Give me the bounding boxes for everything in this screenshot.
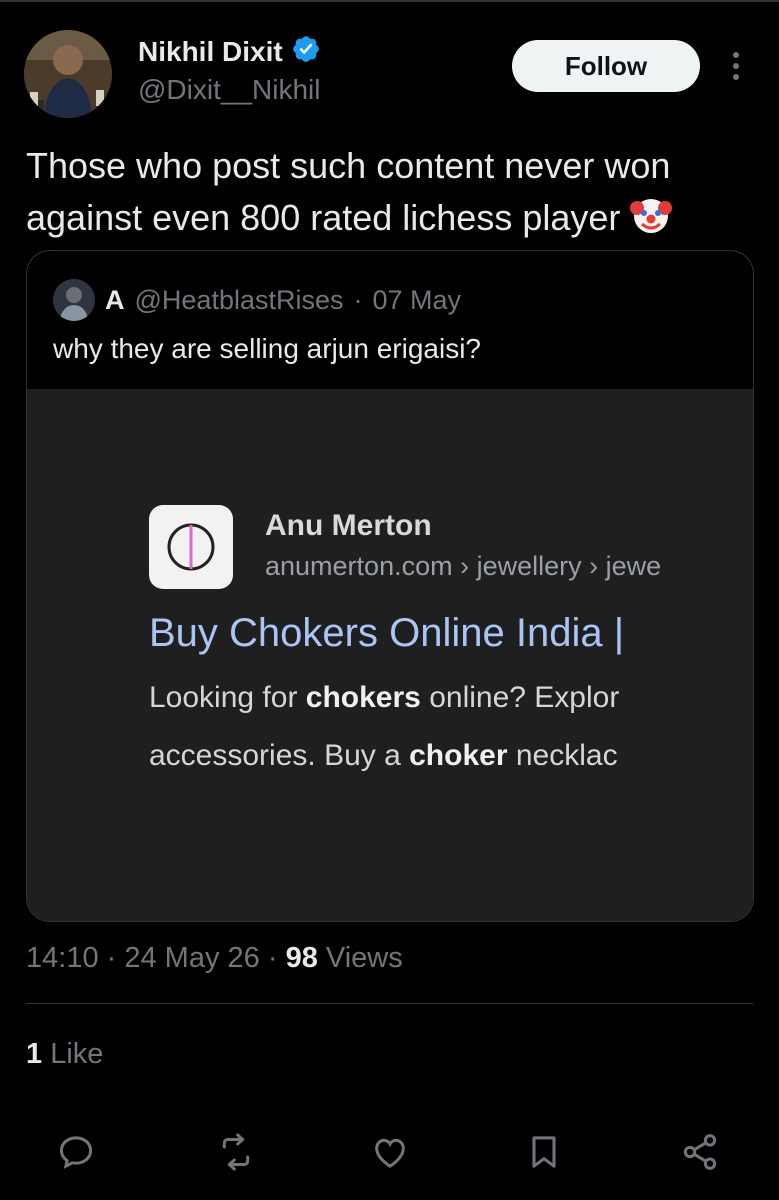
author-handle[interactable]: @Dixit__Nikhil bbox=[138, 74, 320, 106]
snippet-line-1: Looking for chokers online? Explor bbox=[149, 681, 620, 714]
tweet-body: Those who post such content never won ag… bbox=[26, 140, 766, 244]
views-count: 98 bbox=[285, 942, 318, 974]
result-title: Buy Chokers Online India | bbox=[149, 611, 625, 655]
clown-face-icon bbox=[630, 194, 673, 236]
site-name: Anu Merton bbox=[265, 509, 432, 542]
quoted-date: 07 May bbox=[372, 284, 462, 315]
tweet-meta: 14:10 · 24 May 26 · 98 Views bbox=[26, 942, 403, 975]
follow-button[interactable]: Follow bbox=[512, 40, 700, 92]
reply-icon[interactable] bbox=[54, 1130, 98, 1174]
quoted-author-handle: @HeatblastRises bbox=[134, 284, 344, 315]
verified-badge-icon bbox=[291, 34, 321, 69]
divider bbox=[26, 1003, 753, 1004]
likes-label: Like bbox=[50, 1038, 104, 1070]
quoted-media-screenshot[interactable]: Anu Merton anumerton.com › jewellery › j… bbox=[27, 389, 753, 921]
quoted-tweet[interactable]: A @HeatblastRises · 07 May why they are … bbox=[26, 250, 754, 922]
likes-count: 1 bbox=[26, 1038, 43, 1070]
separator-dot: · bbox=[267, 942, 286, 974]
separator-dot: · bbox=[353, 284, 363, 315]
quoted-author-avatar bbox=[53, 279, 95, 321]
bookmark-icon[interactable] bbox=[522, 1130, 566, 1174]
author-display-name[interactable]: Nikhil Dixit bbox=[138, 36, 283, 68]
tweet-time: 14:10 bbox=[26, 942, 99, 974]
share-icon[interactable] bbox=[678, 1130, 722, 1174]
tweet-date: 24 May 26 bbox=[124, 942, 260, 974]
tweet-text: Those who post such content never won ag… bbox=[26, 145, 671, 238]
likes-summary[interactable]: 1 Like bbox=[26, 1038, 103, 1071]
site-logo-icon bbox=[149, 505, 233, 589]
author-avatar[interactable] bbox=[24, 30, 112, 118]
separator-dot: · bbox=[106, 942, 125, 974]
more-options-icon[interactable] bbox=[724, 50, 748, 82]
snippet-line-2: accessories. Buy a choker necklac bbox=[149, 739, 618, 772]
top-divider bbox=[0, 0, 779, 2]
like-icon[interactable] bbox=[368, 1130, 412, 1174]
quoted-text: why they are selling arjun erigaisi? bbox=[53, 333, 481, 364]
site-url: anumerton.com › jewellery › jewe bbox=[265, 551, 662, 581]
views-label: Views bbox=[325, 942, 403, 974]
retweet-icon[interactable] bbox=[214, 1130, 258, 1174]
quoted-author-name: A bbox=[105, 284, 125, 315]
